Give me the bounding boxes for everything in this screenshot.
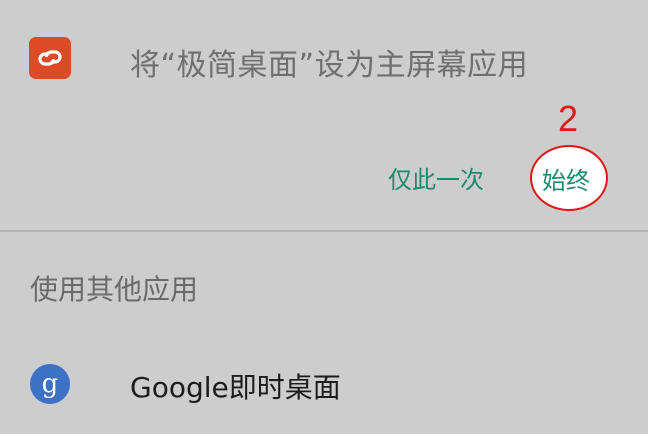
dialog-actions: 仅此一次 始终 — [0, 125, 648, 225]
home-app-chooser-dialog: 将“极简桌面”设为主屏幕应用 2 仅此一次 始终 使用其他应用 g Google… — [0, 0, 648, 434]
use-other-app-header: 使用其他应用 — [30, 273, 199, 306]
link-icon-glyph — [38, 50, 62, 66]
divider — [0, 230, 648, 232]
other-app-item-google-now-launcher[interactable]: g Google即时桌面 — [0, 350, 648, 420]
selected-app-row[interactable]: 将“极简桌面”设为主屏幕应用 — [0, 18, 648, 102]
always-button-highlight: 始终 — [530, 145, 608, 211]
other-app-name: Google即时桌面 — [130, 371, 341, 404]
google-g-icon: g — [30, 364, 70, 404]
just-once-button[interactable]: 仅此一次 — [388, 160, 484, 195]
link-icon — [29, 37, 71, 79]
selected-app-title: 将“极简桌面”设为主屏幕应用 — [130, 48, 529, 83]
always-button[interactable]: 始终 — [542, 161, 590, 196]
